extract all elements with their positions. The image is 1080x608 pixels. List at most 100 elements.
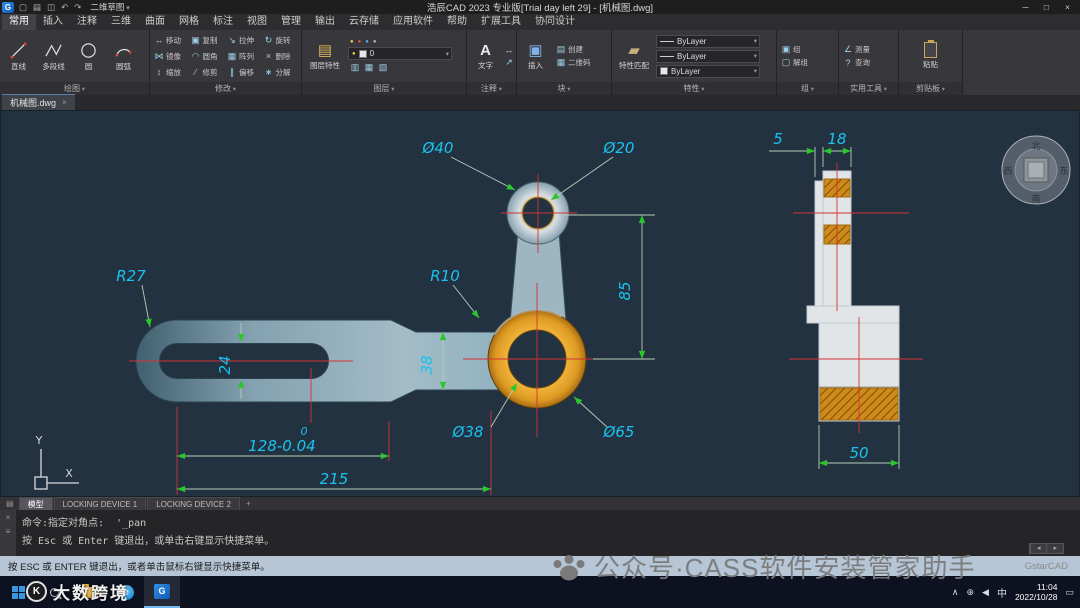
tray-ime-indicator[interactable]: 中 — [997, 585, 1007, 600]
tray-network-icon[interactable]: ⊕ — [966, 587, 974, 598]
tab-output[interactable]: 输出 — [308, 14, 342, 30]
modify-stretch-button[interactable]: ↘拉伸 — [225, 32, 262, 48]
windows-logo-icon — [12, 586, 25, 599]
inquiry-button[interactable]: ?查询 — [841, 57, 870, 68]
group-panel-label[interactable]: 组 — [777, 82, 838, 95]
command-tools-icon[interactable]: ≡ — [6, 528, 11, 536]
explode-icon: ∗ — [264, 67, 274, 78]
qrcode-button[interactable]: ▦二维码 — [554, 57, 591, 68]
tab-annotate[interactable]: 注释 — [70, 14, 104, 30]
layout-tab-locking-device-1[interactable]: LOCKING DEVICE 1 — [54, 497, 147, 510]
restore-button[interactable]: □ — [1036, 0, 1057, 14]
layer-dropdown[interactable]: ● 0 — [348, 47, 452, 60]
compass-west-label: 西 — [1003, 166, 1012, 177]
linetype-control-dropdown[interactable]: ByLayer — [656, 50, 760, 63]
modify-panel-label[interactable]: 修改 — [150, 82, 301, 95]
tab-home[interactable]: 常用 — [2, 14, 36, 30]
properties-panel-label[interactable]: 特性 — [612, 82, 776, 95]
modify-move-button[interactable]: ↔移动 — [152, 32, 189, 48]
layer-color-swatch — [359, 50, 367, 58]
ungroup-button[interactable]: ▢解组 — [779, 57, 808, 68]
modify-explode-button[interactable]: ∗分解 — [262, 64, 299, 80]
group-button[interactable]: ▣组 — [779, 44, 808, 55]
tray-expand-icon[interactable]: ∧ — [952, 587, 959, 598]
tab-surface[interactable]: 曲面 — [138, 14, 172, 30]
paste-button[interactable]: 粘贴 — [914, 31, 947, 81]
drawing-canvas[interactable]: Ø40 Ø20 R27 R10 85 24 38 0 128-0.04 215 … — [0, 110, 1080, 497]
tray-volume-icon[interactable]: ◀ — [982, 587, 989, 598]
taskbar-search-button[interactable] — [36, 576, 72, 608]
match-properties-button[interactable]: ▰ 特性匹配 — [614, 31, 654, 81]
taskbar-file-explorer-button[interactable] — [72, 576, 108, 608]
redo-icon[interactable]: ↷ — [73, 0, 82, 14]
taskbar-edge-button[interactable]: e — [108, 576, 144, 608]
layer-properties-button[interactable]: ▤ 图层特性 — [304, 31, 346, 81]
group-icon: ▣ — [781, 44, 791, 55]
tab-insert[interactable]: 插入 — [36, 14, 70, 30]
modify-copy-button[interactable]: ▣复制 — [189, 32, 226, 48]
modify-fillet-button[interactable]: ◠圆角 — [189, 48, 226, 64]
layout-menu-icon[interactable]: ▤ — [2, 497, 18, 510]
text-button[interactable]: A 文字 — [469, 31, 502, 81]
command-scrollbar[interactable]: ◂▸ — [1029, 543, 1064, 554]
layer-state-tools[interactable]: ●●●● — [348, 39, 452, 45]
line-button[interactable]: 直线 — [2, 31, 35, 81]
clipboard-panel-label[interactable]: 剪贴板 — [899, 82, 962, 95]
layer-tool-icon: ▦ — [364, 62, 374, 73]
new-file-icon[interactable]: ▢ — [18, 0, 28, 14]
document-tab[interactable]: 机械图.dwg × — [2, 94, 75, 110]
tab-mesh[interactable]: 网格 — [172, 14, 206, 30]
tab-collab[interactable]: 协同设计 — [528, 14, 582, 30]
open-file-icon[interactable]: ▤ — [32, 0, 42, 14]
tab-apps[interactable]: 应用软件 — [386, 14, 440, 30]
command-close-icon[interactable]: × — [6, 514, 11, 522]
layer-extra-tools[interactable]: ▥▦▧ — [348, 62, 452, 73]
modify-offset-button[interactable]: ∥偏移 — [225, 64, 262, 80]
scroll-left-icon[interactable]: ◂ — [1030, 544, 1047, 553]
close-button[interactable]: × — [1057, 0, 1078, 14]
arc-button[interactable]: 圆弧 — [107, 31, 140, 81]
layout-tab-model[interactable]: 模型 — [19, 497, 53, 510]
view-compass[interactable]: 北 南 西 东 — [999, 133, 1073, 207]
annotate-panel-label[interactable]: 注释 — [467, 82, 516, 95]
dimension-icon[interactable]: ↔ — [504, 45, 514, 55]
block-panel-label[interactable]: 块 — [517, 82, 611, 95]
modify-array-button[interactable]: ▦阵列 — [225, 48, 262, 64]
minimize-button[interactable]: ─ — [1015, 0, 1036, 14]
modify-rotate-button[interactable]: ↻旋转 — [262, 32, 299, 48]
layers-panel-label[interactable]: 图层 — [302, 82, 466, 95]
utilities-panel-label[interactable]: 实用工具 — [839, 82, 898, 95]
layout-tab-locking-device-2[interactable]: LOCKING DEVICE 2 — [147, 497, 240, 510]
modify-scale-button[interactable]: ↕缩放 — [152, 64, 189, 80]
polyline-button[interactable]: 多段线 — [37, 31, 70, 81]
lineweight-control-dropdown[interactable]: ByLayer — [656, 65, 760, 78]
document-tab-close-icon[interactable]: × — [62, 98, 67, 107]
tab-view[interactable]: 视图 — [240, 14, 274, 30]
command-window[interactable]: × ≡ 命令:指定对角点: '_pan 按 Esc 或 Enter 键退出，或单… — [0, 510, 1080, 556]
modify-mirror-button[interactable]: ⋈镜像 — [152, 48, 189, 64]
scroll-right-icon[interactable]: ▸ — [1046, 544, 1063, 553]
dim-50: 50 — [849, 444, 868, 462]
tray-notification-icon[interactable]: ▭ — [1065, 587, 1074, 598]
tab-manage[interactable]: 管理 — [274, 14, 308, 30]
color-control-dropdown[interactable]: ByLayer — [656, 35, 760, 48]
save-icon[interactable]: ◫ — [46, 0, 56, 14]
start-button[interactable] — [0, 576, 36, 608]
tab-3d[interactable]: 三维 — [104, 14, 138, 30]
tab-express[interactable]: 扩展工具 — [474, 14, 528, 30]
workspace-switcher[interactable]: 二维草图 — [86, 1, 133, 13]
create-block-button[interactable]: ▤创建 — [554, 44, 591, 55]
measure-button[interactable]: ∠测量 — [841, 44, 870, 55]
tab-dimension[interactable]: 标注 — [206, 14, 240, 30]
undo-icon[interactable]: ↶ — [60, 0, 69, 14]
tab-help[interactable]: 帮助 — [440, 14, 474, 30]
tray-clock[interactable]: 11:04 2022/10/28 — [1015, 582, 1058, 602]
circle-button[interactable]: 圆 — [72, 31, 105, 81]
insert-block-button[interactable]: ▣ 插入 — [519, 31, 552, 81]
modify-erase-button[interactable]: ×删除 — [262, 48, 299, 64]
taskbar-cad-app-button[interactable]: G — [144, 576, 180, 608]
tab-cloud[interactable]: 云存储 — [342, 14, 386, 30]
modify-trim-button[interactable]: ∕修剪 — [189, 64, 226, 80]
layout-add-tab-button[interactable]: + — [241, 497, 256, 510]
leader-icon[interactable]: ↗ — [504, 57, 514, 68]
